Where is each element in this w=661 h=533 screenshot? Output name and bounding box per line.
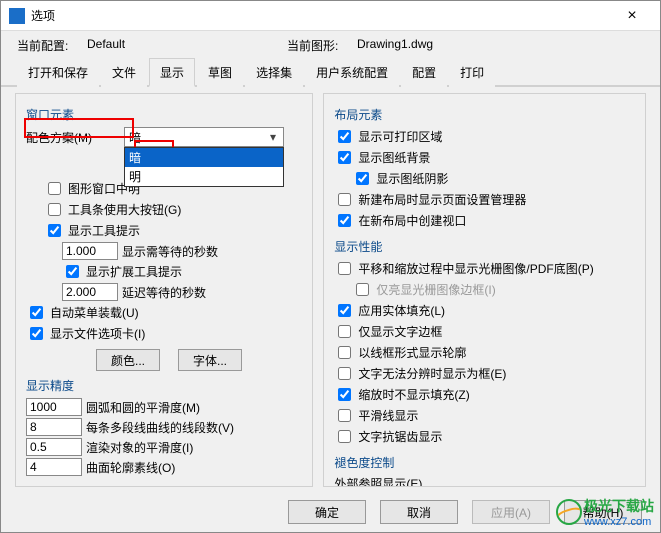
polyseg-label: 每条多段线曲线的线段数(V) bbox=[86, 419, 234, 436]
xref-display-label: 外部参照显示(E) bbox=[334, 475, 637, 487]
lbl-solid-fill: 应用实体填充(L) bbox=[358, 302, 445, 319]
lbl-text-unresolved: 文字无法分辨时显示为框(E) bbox=[358, 365, 506, 382]
lbl-extended-tooltips: 显示扩展工具提示 bbox=[86, 263, 182, 280]
colors-button[interactable]: 颜色... bbox=[96, 349, 160, 371]
current-drawing-label: 当前图形: bbox=[287, 37, 357, 54]
chk-paper-shadow[interactable] bbox=[356, 172, 369, 185]
help-button[interactable]: 帮助(H) bbox=[564, 500, 642, 524]
chk-zoom-no-fill[interactable] bbox=[338, 388, 351, 401]
apply-button[interactable]: 应用(A) bbox=[472, 500, 550, 524]
extended-delay-input[interactable]: 2.000 bbox=[62, 283, 118, 301]
chk-extended-tooltips[interactable] bbox=[66, 265, 79, 278]
chk-wireframe[interactable] bbox=[338, 346, 351, 359]
lbl-highlight-raster-frame: 仅亮显光栅图像边框(I) bbox=[376, 281, 495, 298]
chk-anti-alias-text[interactable] bbox=[338, 430, 351, 443]
lbl-anti-alias-text: 文字抗锯齿显示 bbox=[358, 428, 442, 445]
chk-show-printable[interactable] bbox=[338, 130, 351, 143]
contour-input[interactable]: 4 bbox=[26, 458, 82, 476]
chk-pan-zoom-raster[interactable] bbox=[338, 262, 351, 275]
lbl-auto-menu-load: 自动菜单装载(U) bbox=[50, 304, 139, 321]
group-display-perf: 显示性能 bbox=[334, 238, 637, 255]
lbl-smooth-line: 平滑线显示 bbox=[358, 407, 418, 424]
chk-new-layout-page-setup[interactable] bbox=[338, 193, 351, 206]
chk-show-tooltips[interactable] bbox=[48, 224, 61, 237]
contour-label: 曲面轮廓素线(O) bbox=[86, 459, 175, 476]
chk-auto-menu-load[interactable] bbox=[30, 306, 43, 319]
lbl-show-tooltips: 显示工具提示 bbox=[68, 222, 140, 239]
lbl-large-buttons: 工具条使用大按钮(G) bbox=[68, 201, 181, 218]
tab-drafting[interactable]: 草图 bbox=[197, 58, 243, 87]
chk-paper-bg[interactable] bbox=[338, 151, 351, 164]
window-title: 选项 bbox=[31, 7, 612, 24]
lbl-zoom-no-fill: 缩放时不显示填充(Z) bbox=[358, 386, 469, 403]
group-layout-elements: 布局元素 bbox=[334, 106, 637, 123]
tooltip-delay-input[interactable]: 1.000 bbox=[62, 242, 118, 260]
current-drawing-value: Drawing1.dwg bbox=[357, 37, 557, 54]
current-config-value: Default bbox=[87, 37, 287, 54]
tab-print[interactable]: 打印 bbox=[449, 58, 495, 87]
tab-selection[interactable]: 选择集 bbox=[245, 58, 303, 87]
chk-solid-fill[interactable] bbox=[338, 304, 351, 317]
polyseg-input[interactable]: 8 bbox=[26, 418, 82, 436]
lbl-file-tabs: 显示文件选项卡(I) bbox=[50, 325, 145, 342]
lbl-new-layout-page-setup: 新建布局时显示页面设置管理器 bbox=[358, 191, 526, 208]
lbl-create-viewport: 在新布局中创建视口 bbox=[358, 212, 466, 229]
chk-create-viewport[interactable] bbox=[338, 214, 351, 227]
chk-smooth-line[interactable] bbox=[338, 409, 351, 422]
extended-delay-label: 延迟等待的秒数 bbox=[122, 284, 206, 301]
ok-button[interactable]: 确定 bbox=[288, 500, 366, 524]
chevron-down-icon: ▾ bbox=[265, 129, 281, 145]
tab-config[interactable]: 配置 bbox=[401, 58, 447, 87]
fonts-button[interactable]: 字体... bbox=[178, 349, 242, 371]
color-scheme-dropdown: 暗 明 bbox=[124, 147, 284, 187]
group-fade-control: 褪色度控制 bbox=[334, 454, 637, 471]
tab-open-save[interactable]: 打开和保存 bbox=[17, 58, 99, 87]
lbl-text-frame: 仅显示文字边框 bbox=[358, 323, 442, 340]
tab-display[interactable]: 显示 bbox=[149, 58, 195, 87]
render-smooth-label: 渲染对象的平滑度(I) bbox=[86, 439, 193, 456]
group-window-elements: 窗口元素 bbox=[26, 106, 304, 123]
color-scheme-label: 配色方案(M) bbox=[26, 129, 124, 146]
group-crosshair: 十字光标大小(R) bbox=[26, 484, 304, 487]
tab-files[interactable]: 文件 bbox=[101, 58, 147, 87]
render-smooth-input[interactable]: 0.5 bbox=[26, 438, 82, 456]
lbl-paper-bg: 显示图纸背景 bbox=[358, 149, 430, 166]
chk-text-frame[interactable] bbox=[338, 325, 351, 338]
current-config-label: 当前配置: bbox=[17, 37, 87, 54]
lbl-show-printable: 显示可打印区域 bbox=[358, 128, 442, 145]
tab-row: 打开和保存 文件 显示 草图 选择集 用户系统配置 配置 打印 bbox=[1, 56, 660, 87]
app-icon bbox=[9, 8, 25, 24]
lbl-paper-shadow: 显示图纸阴影 bbox=[376, 170, 448, 187]
chk-graphic-scroll[interactable] bbox=[48, 182, 61, 195]
tab-user-prefs[interactable]: 用户系统配置 bbox=[305, 58, 399, 87]
tooltip-delay-label: 显示需等待的秒数 bbox=[122, 243, 218, 260]
color-scheme-combo[interactable]: 暗 ▾ 暗 明 bbox=[124, 127, 284, 147]
chk-file-tabs[interactable] bbox=[30, 327, 43, 340]
color-option-light[interactable]: 明 bbox=[125, 167, 283, 186]
color-scheme-value: 暗 bbox=[129, 129, 141, 146]
color-option-dark[interactable]: 暗 bbox=[125, 148, 283, 167]
group-display-precision: 显示精度 bbox=[26, 377, 304, 394]
cancel-button[interactable]: 取消 bbox=[380, 500, 458, 524]
chk-large-buttons[interactable] bbox=[48, 203, 61, 216]
chk-text-unresolved[interactable] bbox=[338, 367, 351, 380]
lbl-wireframe: 以线框形式显示轮廓 bbox=[358, 344, 466, 361]
close-icon[interactable]: × bbox=[612, 2, 652, 30]
arc-smooth-label: 圆弧和圆的平滑度(M) bbox=[86, 399, 200, 416]
lbl-pan-zoom-raster: 平移和缩放过程中显示光栅图像/PDF底图(P) bbox=[358, 260, 593, 277]
chk-highlight-raster-frame[interactable] bbox=[356, 283, 369, 296]
arc-smooth-input[interactable]: 1000 bbox=[26, 398, 82, 416]
